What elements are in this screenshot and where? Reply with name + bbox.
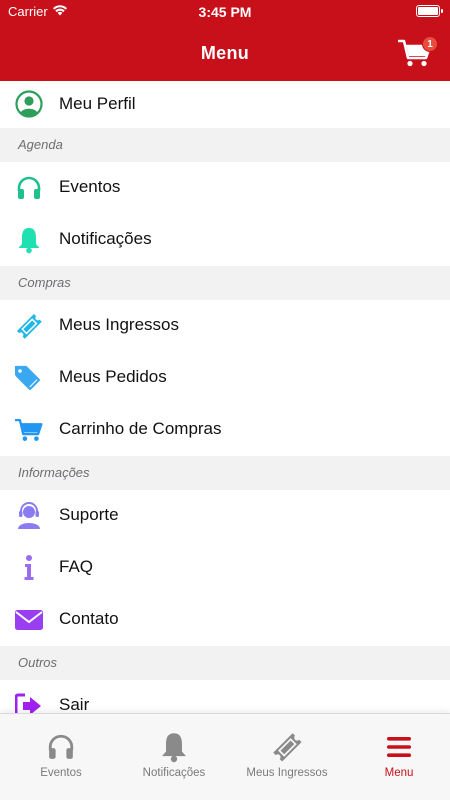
user-profile-icon <box>14 90 44 118</box>
menu-item-label: Eventos <box>59 177 121 196</box>
envelope-icon <box>14 606 44 634</box>
ticket-icon <box>267 730 307 764</box>
tab-eventos[interactable]: Eventos <box>5 714 117 800</box>
menu-item-contato[interactable]: Contato <box>0 594 450 646</box>
status-bar: Carrier 3:45 PM <box>0 0 450 24</box>
status-time: 3:45 PM <box>198 4 252 20</box>
tab-menu[interactable]: Menu <box>343 714 450 800</box>
menu-item-sair[interactable]: Sair <box>0 680 450 713</box>
tab-label: Meus Ingressos <box>246 767 328 779</box>
section-header-compras: Compras <box>0 266 450 300</box>
battery-icon <box>416 5 443 17</box>
cart-button[interactable]: 1 <box>397 36 438 68</box>
menu-item-meu-perfil[interactable]: Meu Perfil <box>0 81 450 128</box>
bell-icon <box>154 730 194 764</box>
tab-label: Menu <box>384 767 414 779</box>
bell-icon <box>14 226 44 254</box>
menu-item-label: FAQ <box>59 557 94 576</box>
page-title: Menu <box>200 43 250 63</box>
headphones-icon <box>41 730 81 764</box>
menu-item-label: Carrinho de Compras <box>59 419 222 438</box>
support-agent-icon <box>14 502 44 530</box>
section-header-informacoes: Informações <box>0 456 450 490</box>
shopping-cart-icon <box>14 416 44 444</box>
tags-icon <box>14 364 44 392</box>
menu-icon <box>379 730 419 764</box>
menu-item-label: Meu Perfil <box>59 94 136 113</box>
menu-item-label: Meus Pedidos <box>59 367 167 386</box>
menu-item-label: Sair <box>59 695 90 713</box>
tab-notificacoes[interactable]: Notificações <box>118 714 230 800</box>
info-icon <box>14 554 44 582</box>
tab-bar: Eventos Notificações Meus Ingressos Menu <box>0 713 450 800</box>
menu-item-faq[interactable]: FAQ <box>0 542 450 594</box>
navigation-bar: Menu 1 <box>0 24 450 81</box>
menu-item-suporte[interactable]: Suporte <box>0 490 450 542</box>
menu-list: Meu Perfil Agenda Eventos Notificações C… <box>0 81 450 713</box>
tab-label: Eventos <box>40 767 82 779</box>
headphones-icon <box>14 174 44 202</box>
sign-out-icon <box>14 692 44 713</box>
menu-item-label: Notificações <box>59 229 152 248</box>
menu-item-label: Meus Ingressos <box>59 315 179 334</box>
menu-item-carrinho-de-compras[interactable]: Carrinho de Compras <box>0 404 450 456</box>
section-header-outros: Outros <box>0 646 450 680</box>
menu-item-meus-ingressos[interactable]: Meus Ingressos <box>0 300 450 352</box>
cart-count-badge: 1 <box>422 36 438 52</box>
ticket-icon <box>14 312 44 340</box>
menu-item-notificacoes[interactable]: Notificações <box>0 214 450 266</box>
tab-label: Notificações <box>142 767 206 779</box>
tab-meus-ingressos[interactable]: Meus Ingressos <box>231 714 343 800</box>
menu-item-eventos[interactable]: Eventos <box>0 162 450 214</box>
menu-item-label: Suporte <box>59 505 119 524</box>
section-header-agenda: Agenda <box>0 128 450 162</box>
menu-item-meus-pedidos[interactable]: Meus Pedidos <box>0 352 450 404</box>
menu-item-label: Contato <box>59 609 119 628</box>
